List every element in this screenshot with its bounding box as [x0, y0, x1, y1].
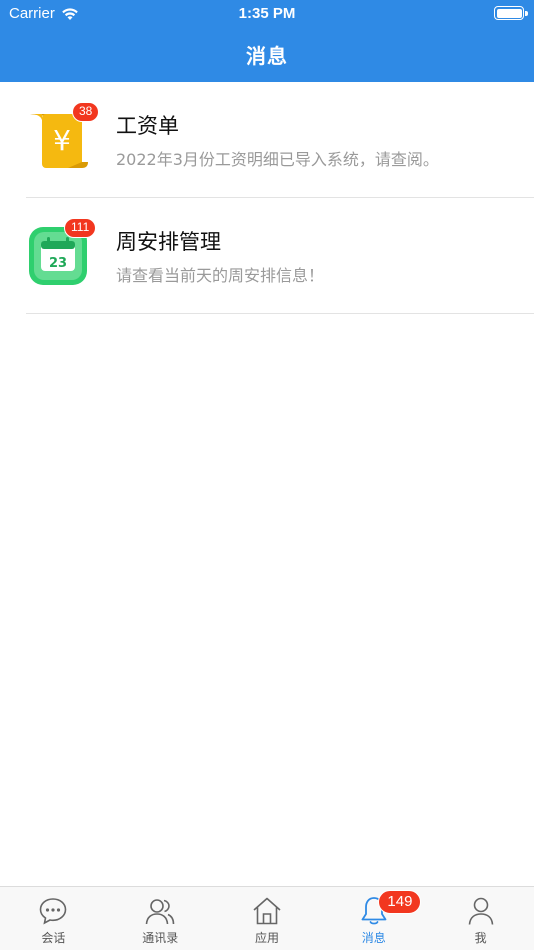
calendar-icon: 23 111: [28, 218, 97, 286]
status-time: 1:35 PM: [238, 5, 296, 22]
tab-label: 通讯录: [142, 931, 179, 945]
tab-apps[interactable]: 应用: [214, 887, 321, 950]
message-preview: 请查看当前天的周安排信息！: [116, 266, 325, 285]
status-bar: Carrier 1:35 PM: [0, 0, 534, 28]
message-list: ¥ 38 工资单 2022年3月份工资明细已导入系统，请查阅。 23 111 周…: [0, 82, 534, 314]
message-title: 工资单: [116, 114, 179, 138]
screen: Carrier 1:35 PM 消息 ¥ 38 工资单 2022年3月份工资明细…: [0, 0, 534, 950]
home-icon: [253, 897, 281, 925]
tab-label: 应用: [254, 931, 279, 945]
svg-text:¥: ¥: [53, 124, 71, 157]
tab-messages[interactable]: 消息 149: [320, 887, 427, 950]
tab-label: 我: [474, 931, 487, 945]
unread-badge: 38: [72, 102, 100, 122]
divider: [26, 313, 534, 314]
tab-chat[interactable]: 会话: [0, 887, 107, 950]
person-icon: [468, 897, 493, 925]
message-preview: 2022年3月份工资明细已导入系统，请查阅。: [116, 150, 439, 169]
message-item-weekly-schedule[interactable]: 23 111 周安排管理 请查看当前天的周安排信息！: [0, 198, 534, 314]
tab-contacts[interactable]: 通讯录: [107, 887, 214, 950]
tab-label: 消息: [361, 931, 386, 945]
header: Carrier 1:35 PM 消息: [0, 0, 534, 82]
tab-bar: 会话 通讯录 应用 消息 149 我: [0, 886, 534, 950]
page-title: 消息: [246, 44, 288, 68]
tab-me[interactable]: 我: [427, 887, 534, 950]
tab-label: 会话: [41, 931, 66, 945]
contacts-icon: [145, 899, 175, 925]
chat-bubble-icon: [40, 898, 67, 925]
unread-badge: 111: [64, 218, 97, 238]
battery-icon: [494, 6, 528, 20]
payslip-icon: ¥ 38: [28, 102, 100, 170]
message-title: 周安排管理: [116, 230, 221, 254]
message-item-payslip[interactable]: ¥ 38 工资单 2022年3月份工资明细已导入系统，请查阅。: [0, 82, 534, 198]
unread-badge: 149: [378, 890, 422, 914]
svg-text:23: 23: [49, 256, 67, 271]
